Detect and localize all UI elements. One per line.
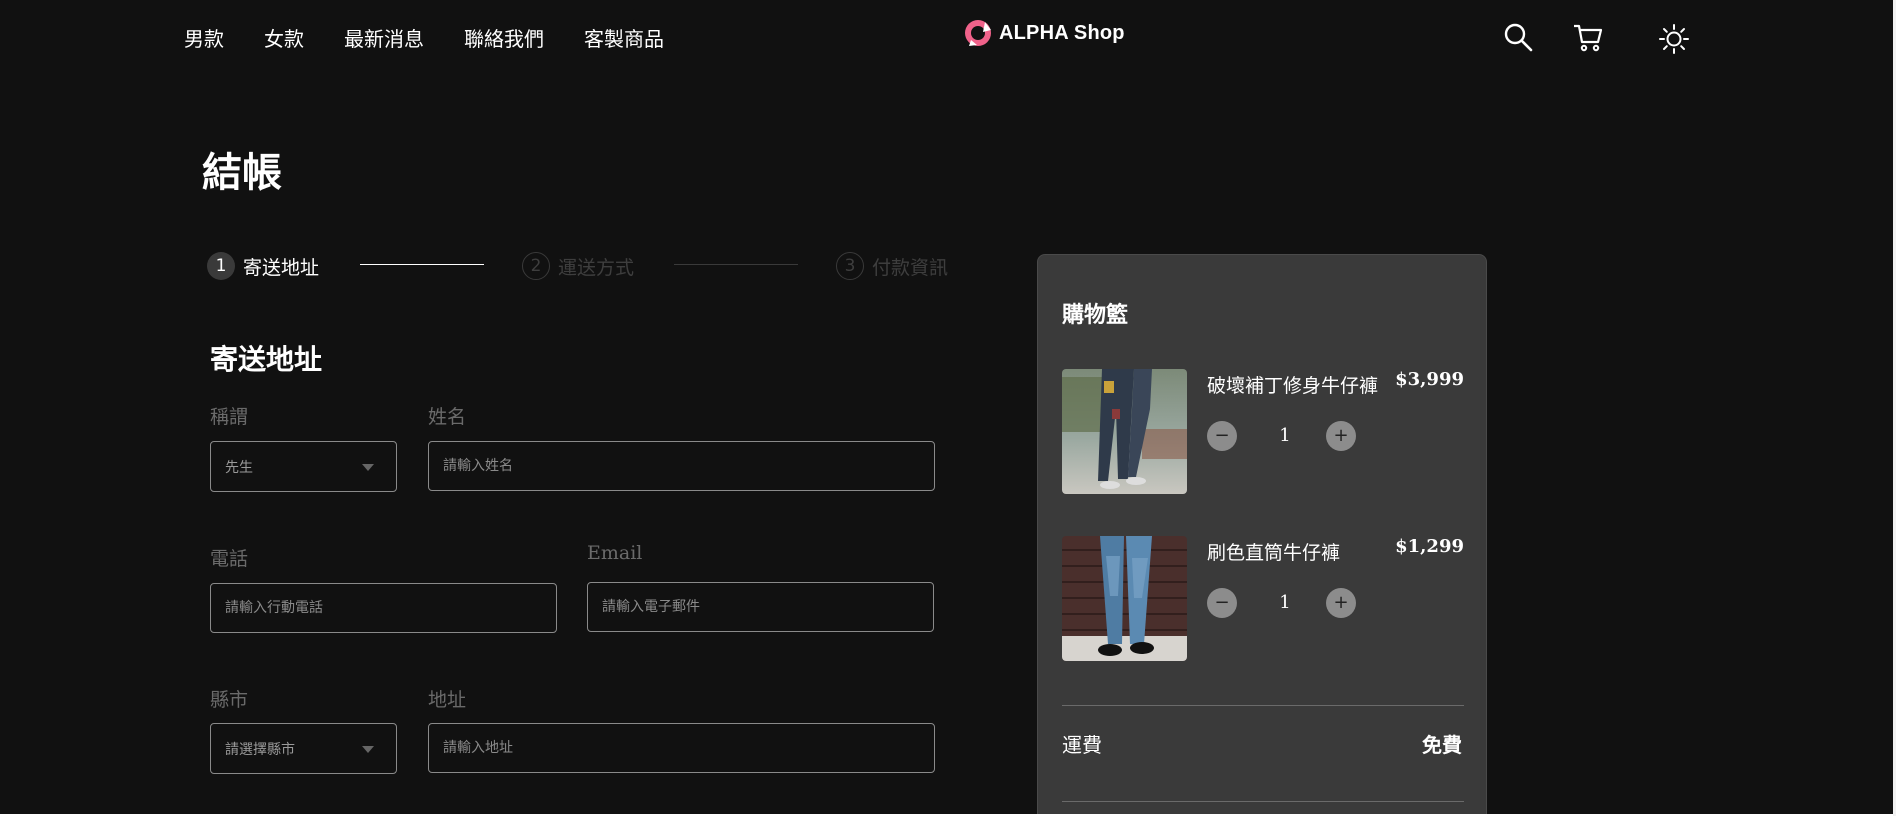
step-number: 3 <box>836 252 864 280</box>
salutation-select[interactable]: 先生 <box>210 441 397 492</box>
city-select[interactable]: 請選擇縣市 <box>210 723 397 774</box>
salutation-label: 稱謂 <box>210 406 249 428</box>
main-nav: 男款 女款 最新消息 聯絡我們 客製商品 <box>184 26 704 52</box>
step-payment: 3 付款資訊 <box>836 252 948 280</box>
cart-item: 破壞補丁修身牛仔褲 $3,999 − 1 + <box>1062 369 1464 495</box>
city-label: 縣市 <box>210 689 249 711</box>
phone-input[interactable] <box>210 583 557 633</box>
email-label: Email <box>587 542 643 564</box>
step-label: 付款資訊 <box>872 256 949 279</box>
step-connector <box>360 264 484 265</box>
minus-button[interactable]: − <box>1207 588 1237 618</box>
cart-item: 刷色直筒牛仔褲 $1,299 − 1 + <box>1062 536 1464 662</box>
checkout-page: 男款 女款 最新消息 聯絡我們 客製商品 ALPHA Shop 結帳 1 寄送地… <box>0 0 1893 814</box>
item-quantity: 1 <box>1279 592 1291 613</box>
shipping-label: 運費 <box>1062 733 1102 757</box>
plus-button[interactable]: + <box>1326 588 1356 618</box>
nav-women[interactable]: 女款 <box>264 26 304 52</box>
address-input[interactable] <box>428 723 935 773</box>
nav-news[interactable]: 最新消息 <box>344 26 424 52</box>
item-price: $1,299 <box>1395 536 1464 557</box>
address-label: 地址 <box>428 689 467 711</box>
cart-panel: 購物籃 破壞補丁修身牛仔褲 $3,999 − 1 + 刷色直筒牛仔褲 $1,29… <box>1037 254 1487 814</box>
city-value: 請選擇縣市 <box>225 741 295 758</box>
step-label: 寄送地址 <box>243 256 320 279</box>
divider <box>1062 705 1464 706</box>
step-label: 運送方式 <box>558 256 635 279</box>
salutation-value: 先生 <box>225 459 253 476</box>
shipping-value: 免費 <box>1422 733 1462 757</box>
item-name: 破壞補丁修身牛仔褲 <box>1207 375 1379 397</box>
item-price: $3,999 <box>1395 369 1464 390</box>
step-number: 1 <box>207 252 235 280</box>
phone-label: 電話 <box>210 548 249 570</box>
item-quantity: 1 <box>1279 425 1291 446</box>
search-icon[interactable] <box>1503 22 1533 56</box>
logo[interactable]: ALPHA Shop <box>963 18 1125 48</box>
step-number: 2 <box>522 252 550 280</box>
nav-contact[interactable]: 聯絡我們 <box>464 26 544 52</box>
step-shipping: 2 運送方式 <box>522 252 634 280</box>
theme-toggle-icon[interactable] <box>1658 23 1690 59</box>
logo-text: ALPHA Shop <box>999 21 1125 44</box>
nav-men[interactable]: 男款 <box>184 26 224 52</box>
chevron-down-icon <box>362 463 374 471</box>
cart-icon[interactable] <box>1572 22 1604 58</box>
minus-button[interactable]: − <box>1207 421 1237 451</box>
nav-custom[interactable]: 客製商品 <box>584 26 664 52</box>
cart-title: 購物籃 <box>1062 302 1129 328</box>
item-name: 刷色直筒牛仔褲 <box>1207 542 1341 564</box>
plus-button[interactable]: + <box>1326 421 1356 451</box>
step-address: 1 寄送地址 <box>207 252 319 280</box>
name-input[interactable] <box>428 441 935 491</box>
divider <box>1062 801 1464 802</box>
name-label: 姓名 <box>428 406 467 428</box>
product-image <box>1062 369 1187 494</box>
chevron-down-icon <box>362 745 374 753</box>
step-connector <box>674 264 798 265</box>
email-input[interactable] <box>587 582 934 632</box>
section-title: 寄送地址 <box>210 343 323 376</box>
logo-icon <box>965 20 991 46</box>
product-image <box>1062 536 1187 661</box>
page-title: 結帳 <box>202 150 282 196</box>
